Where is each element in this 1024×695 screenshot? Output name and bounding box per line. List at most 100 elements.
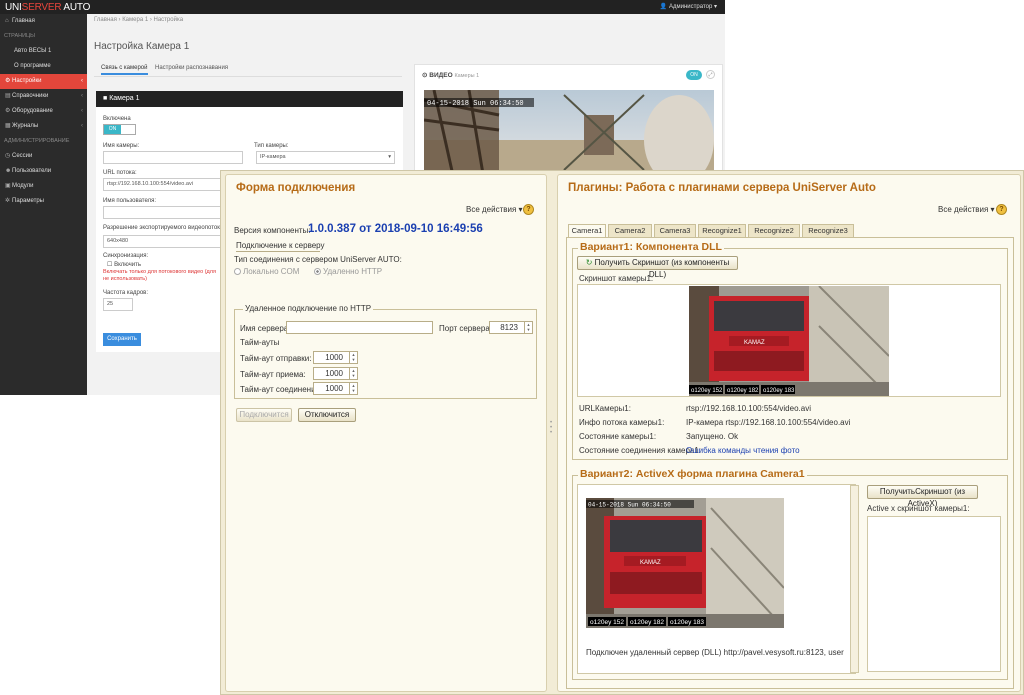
gear-icon: ⚙ <box>5 78 11 84</box>
send-timeout-input[interactable]: 1000 ▲ ▼ <box>313 351 358 364</box>
user-icon: 👤 <box>659 4 668 10</box>
tabs-divider <box>94 76 402 77</box>
camera-name-input[interactable] <box>103 151 243 164</box>
video-timestamp: 04-15-2018 Sun 06:34:50 <box>427 100 524 108</box>
conn-timeout-label: Тайм-аут соединения: <box>240 385 323 394</box>
stream-url-label: URL потока: <box>103 170 137 176</box>
sidebar-item-users[interactable]: ☻Пользователи <box>0 164 87 179</box>
conn-timeout-input[interactable]: 1000 ▲ ▼ <box>313 382 358 395</box>
video-toggle[interactable]: ON <box>686 70 702 80</box>
state-value: Запущено. Ok <box>686 432 739 441</box>
video-title: ⊙ ВИДЕО Камеры 1 <box>422 71 479 79</box>
tab-recognize2[interactable]: Recognize2 <box>748 224 800 237</box>
sidebar-item-modules[interactable]: ▣Модули <box>0 179 87 194</box>
industrial-scene-image: 04-15-2018 Sun 06:34:50 <box>424 90 714 180</box>
activex-scrollbar[interactable] <box>850 485 859 673</box>
brand-part3: AUTO <box>61 2 91 13</box>
tab-recognition[interactable]: Настройки распознавания <box>155 65 228 73</box>
tab-connection[interactable]: Связь с камерой <box>101 65 148 75</box>
sync-note-2: не использовать) <box>103 276 147 282</box>
radio-selected-icon <box>314 268 321 275</box>
radio-icon <box>234 268 241 275</box>
breadcrumb-home[interactable]: Главная <box>94 17 117 23</box>
camera-name-label: Имя камеры: <box>103 143 140 149</box>
fps-input[interactable]: 25 <box>103 298 133 311</box>
home-icon: ⌂ <box>5 18 9 24</box>
sidebar-item-params[interactable]: ✲ Параметры <box>0 194 87 209</box>
sidebar-item-auto-vesy[interactable]: Авто ВЕСЫ 1 <box>0 44 87 59</box>
radio-local-label: Локально COM <box>243 267 300 276</box>
splitter-handle[interactable]: • • • <box>550 420 552 436</box>
chevron-down-icon: ▾ <box>713 4 717 10</box>
url-label: URLКамеры1: <box>579 404 631 413</box>
spinner-icon[interactable]: ▲ ▼ <box>349 383 357 394</box>
sidebar-item-journals[interactable]: ▦Журналы ‹ <box>0 119 87 134</box>
recv-timeout-input[interactable]: 1000 ▲ ▼ <box>313 367 358 380</box>
breadcrumb-current: Настройка <box>153 17 184 23</box>
server-port-input[interactable]: 8123 ▲ ▼ <box>489 321 533 334</box>
sidebar-item-label: Настройки <box>12 78 42 84</box>
spinner-icon[interactable]: ▲ ▼ <box>524 322 532 333</box>
remote-group-title: Удаленное подключение по HTTP <box>243 304 374 313</box>
camera-type-label: Тип камеры: <box>254 143 289 149</box>
dropdown-arrow-icon: ▾ <box>990 205 995 214</box>
sidebar-item-sessions[interactable]: ◷ Сессии <box>0 149 87 164</box>
enabled-label: Включена <box>103 116 131 122</box>
breadcrumb-camera[interactable]: Камера 1 <box>122 17 148 23</box>
radio-remote-http[interactable]: Удаленно HTTP <box>314 267 382 276</box>
sidebar-item-label: Сессии <box>12 153 33 159</box>
state-label: Состояние камеры1: <box>579 432 657 441</box>
all-actions-label: Все действия <box>466 205 517 214</box>
conn-timeout-value: 1000 <box>325 384 343 393</box>
wrench-icon: ✲ <box>5 198 11 204</box>
sync-note-1: Включать только для потокового видео (дл… <box>103 269 216 275</box>
variant1-title: Вариант1: Компонента DLL <box>578 241 724 253</box>
sidebar-item-label: Журналы <box>12 123 39 129</box>
enabled-toggle-state: ON <box>104 125 121 134</box>
tab-recognize1[interactable]: Recognize1 <box>698 224 746 237</box>
save-button[interactable]: Сохранить <box>103 333 141 346</box>
recv-timeout-value: 1000 <box>325 369 343 378</box>
spinner-icon[interactable]: ▲ ▼ <box>349 352 357 363</box>
connect-button[interactable]: Подключится <box>236 408 292 422</box>
video-title-text: ВИДЕО <box>429 72 453 79</box>
plate-label-3: o120ey 183 <box>670 619 704 626</box>
camera-type-select[interactable]: IP-камера ▾ <box>256 151 395 164</box>
all-actions-menu[interactable]: Все действия ▾ <box>938 205 995 214</box>
sidebar-item-equipment[interactable]: ⚙ Оборудование ‹ <box>0 104 87 119</box>
sidebar-item-references[interactable]: ▤Справочники ‹ <box>0 89 87 104</box>
tab-recognize3[interactable]: Recognize3 <box>802 224 854 237</box>
server-name-input[interactable] <box>286 321 433 334</box>
sync-checkbox[interactable]: ☐ Включить <box>107 261 141 268</box>
get-screenshot-dll-button[interactable]: ↻ Получить Скриншот (из компоненты DLL) <box>577 256 738 279</box>
expand-icon[interactable]: ⤢ <box>706 70 715 79</box>
enabled-toggle[interactable]: ON <box>103 124 136 135</box>
disconnect-button[interactable]: Отключится <box>298 408 356 422</box>
help-icon[interactable]: ? <box>523 204 534 215</box>
activex-screenshot-box <box>867 516 1001 672</box>
chevron-left-icon: ‹ <box>81 123 83 129</box>
user-menu[interactable]: 👤 Администратор ▾ <box>660 3 717 10</box>
brand-part1: UNI <box>5 2 22 13</box>
stream-info-label: Инфо потока камеры1: <box>579 418 665 427</box>
all-actions-menu[interactable]: Все действия ▾ <box>466 205 523 214</box>
plate-label-3: o120ey 183 <box>763 388 795 394</box>
sidebar-item-label: Параметры <box>12 198 44 204</box>
radio-remote-label: Удаленно HTTP <box>323 267 383 276</box>
sidebar-item-home[interactable]: ⌂ Главная <box>0 14 87 29</box>
sidebar-item-about[interactable]: О программе <box>0 59 87 74</box>
screenshot-box: KAMAZ o120ey 152 o120ey 182 o120ey 183 <box>577 284 1001 397</box>
connection-panel: Форма подключения Все действия ▾ ? Верси… <box>225 174 547 692</box>
radio-local-com[interactable]: Локально COM <box>234 267 299 276</box>
plate-label-1: o120ey 152 <box>590 619 624 626</box>
help-icon[interactable]: ? <box>996 204 1007 215</box>
section-divider <box>236 251 320 252</box>
sidebar-item-settings[interactable]: ⚙ Настройки ‹ <box>0 74 87 89</box>
brand-logo[interactable]: UNISERVER AUTO <box>5 2 90 13</box>
tab-camera3[interactable]: Camera3 <box>654 224 696 237</box>
tab-camera2[interactable]: Camera2 <box>608 224 652 237</box>
tab-camera1[interactable]: Camera1 <box>568 224 606 238</box>
get-screenshot-activex-button[interactable]: ПолучитьСкриншот (из ActiveX) <box>867 485 978 508</box>
sidebar-section-admin: АДМИНИСТРИРОВАНИЕ <box>4 138 70 144</box>
spinner-icon[interactable]: ▲ ▼ <box>349 368 357 379</box>
